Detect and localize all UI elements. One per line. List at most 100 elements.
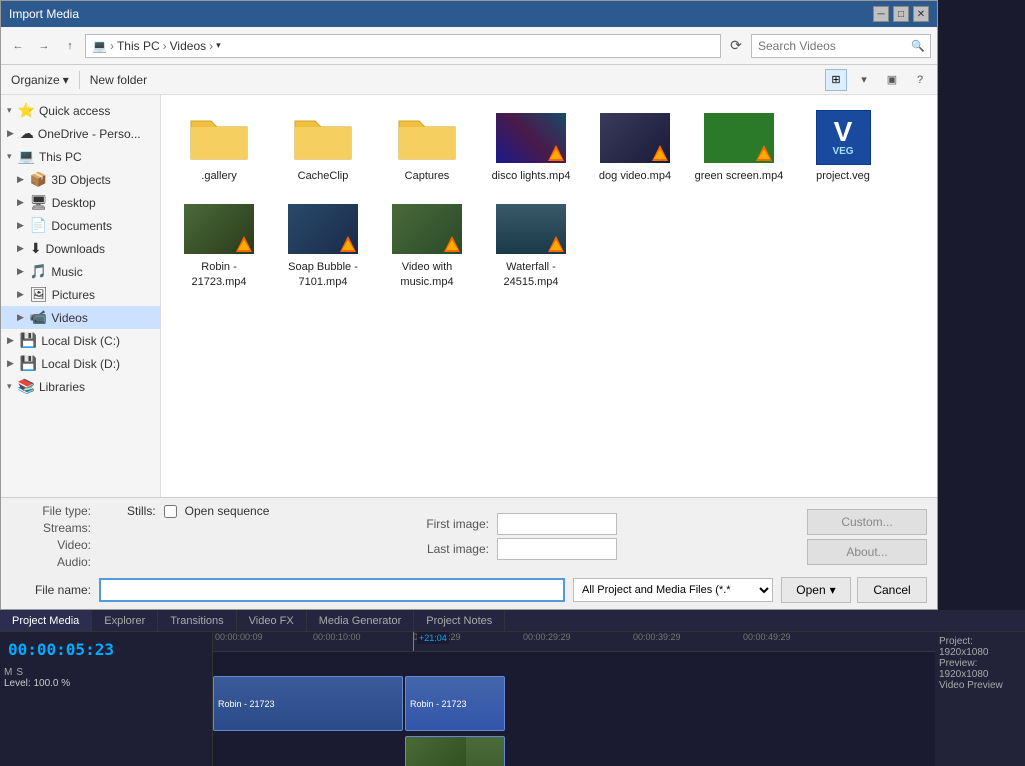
project-label: Project: [939, 636, 973, 647]
sidebar-item-music[interactable]: ▶ 🎵 Music [1, 260, 160, 283]
up-button[interactable]: ↑ [59, 35, 81, 57]
preview-pane-button[interactable]: ▣ [881, 69, 903, 91]
minimize-button[interactable]: ─ [873, 6, 889, 22]
clip-1[interactable]: Robin - 21723 [213, 676, 403, 731]
sidebar-item-local-c[interactable]: ▶ 💾 Local Disk (C:) [1, 329, 160, 352]
filetype-select[interactable]: All Project and Media Files (*.* [573, 578, 773, 602]
video-thumb-dog [600, 110, 670, 165]
clip-2-label: Robin - 21723 [406, 699, 471, 709]
new-folder-button[interactable]: New folder [86, 71, 151, 89]
file-label: dog video.mp4 [599, 169, 671, 183]
project-value: 1920x1080 [939, 647, 989, 658]
video-preview-info: Video Preview [939, 680, 1021, 691]
tab-video-fx[interactable]: Video FX [237, 610, 307, 631]
file-label: project.veg [816, 169, 870, 183]
help-button[interactable]: ? [909, 69, 931, 91]
view-chevron-button[interactable]: ▾ [853, 69, 875, 91]
list-item[interactable]: Waterfall - 24515.mp4 [481, 194, 581, 296]
sidebar-item-quick-access[interactable]: ▾ ⭐ Quick access [1, 99, 160, 122]
close-button[interactable]: ✕ [913, 6, 929, 22]
sidebar-item-3d-objects[interactable]: ▶ 📦 3D Objects [1, 168, 160, 191]
file-label: CacheClip [298, 169, 349, 183]
cancel-button[interactable]: Cancel [857, 577, 927, 603]
video-thumb-disco [496, 110, 566, 165]
sidebar-label-quick-access: Quick access [39, 104, 110, 118]
list-item[interactable]: Robin - 21723.mp4 [169, 194, 269, 296]
time-display: 00:00:05:23 [4, 636, 208, 663]
veg-file-icon: V VEG [808, 110, 878, 165]
sidebar-item-pictures[interactable]: ▶ 🖼 Pictures [1, 283, 160, 306]
videos-arrow: ▶ [17, 312, 24, 323]
about-button[interactable]: About... [807, 539, 927, 565]
file-label: green screen.mp4 [695, 169, 784, 183]
desktop-arrow: ▶ [17, 197, 24, 208]
sidebar-item-desktop[interactable]: ▶ 🖥 Desktop [1, 191, 160, 214]
local-d-arrow: ▶ [7, 358, 14, 369]
sidebar-item-downloads[interactable]: ▶ ⬇ Downloads [1, 237, 160, 260]
search-wrapper: 🔍 [751, 34, 931, 58]
tab-project-notes[interactable]: Project Notes [414, 610, 505, 631]
sidebar-item-videos[interactable]: ▶ 📹 Videos [1, 306, 160, 329]
sidebar-item-onedrive[interactable]: ▶ ☁ OneDrive - Perso... [1, 122, 160, 145]
list-item[interactable]: dog video.mp4 [585, 103, 685, 190]
daw-area: Project Media Explorer Transitions Video… [0, 610, 1025, 766]
quick-access-arrow: ▾ [7, 105, 12, 116]
file-label: disco lights.mp4 [492, 169, 571, 183]
sidebar-item-libraries[interactable]: ▾ 📚 Libraries [1, 375, 160, 398]
list-item[interactable]: Captures [377, 103, 477, 190]
filename-input[interactable] [99, 578, 565, 602]
title-bar: Import Media ─ □ ✕ [1, 1, 937, 27]
sidebar-item-documents[interactable]: ▶ 📄 Documents [1, 214, 160, 237]
last-image-input[interactable] [497, 538, 617, 560]
forward-button[interactable]: → [33, 35, 55, 57]
folder-icon-gallery [184, 110, 254, 165]
file-label: Robin - 21723.mp4 [174, 260, 264, 289]
m-button[interactable]: M [4, 667, 12, 678]
s-button[interactable]: S [16, 667, 23, 678]
tab-project-media[interactable]: Project Media [0, 610, 92, 631]
list-item[interactable]: .gallery [169, 103, 269, 190]
sidebar-label-documents: Documents [51, 219, 112, 233]
right-buttons: Custom... About... [807, 509, 927, 565]
refresh-button[interactable]: ⟳ [725, 35, 747, 57]
list-item[interactable]: CacheClip [273, 103, 373, 190]
open-button[interactable]: Open ▾ [781, 577, 851, 603]
view-button[interactable]: ⊞ [825, 69, 847, 91]
timeline-area[interactable]: 00:00:00:09 00:00:10:00 00:00:19:29 00:0… [213, 632, 935, 766]
documents-arrow: ▶ [17, 220, 24, 231]
path-videos: Videos [170, 39, 206, 53]
first-image-input[interactable] [497, 513, 617, 535]
maximize-button[interactable]: □ [893, 6, 909, 22]
organize-chevron: ▾ [63, 73, 69, 87]
list-item[interactable]: V VEG project.veg [793, 103, 893, 190]
action-buttons: Open ▾ Cancel [781, 577, 927, 603]
custom-button[interactable]: Custom... [807, 509, 927, 535]
tab-media-generator[interactable]: Media Generator [307, 610, 415, 631]
file-type-label: File type: [11, 504, 91, 518]
list-item[interactable]: green screen.mp4 [689, 103, 789, 190]
list-item[interactable]: disco lights.mp4 [481, 103, 581, 190]
path-chevron: ▾ [216, 40, 221, 51]
toolbar-separator [79, 71, 80, 89]
tab-explorer[interactable]: Explorer [92, 610, 158, 631]
daw-tabs: Project Media Explorer Transitions Video… [0, 610, 1025, 632]
path-icon: 💻 [92, 39, 107, 53]
search-input[interactable] [751, 34, 931, 58]
sidebar-item-this-pc[interactable]: ▾ 💻 This PC [1, 145, 160, 168]
sidebar-label-onedrive: OneDrive - Perso... [38, 127, 141, 141]
import-media-dialog: Import Media ─ □ ✕ ← → ↑ 💻 › This PC › V… [0, 0, 938, 610]
downloads-arrow: ▶ [17, 243, 24, 254]
list-item[interactable]: Soap Bubble - 7101.mp4 [273, 194, 373, 296]
clip-2[interactable]: Robin - 21723 [405, 676, 505, 731]
open-sequence-checkbox[interactable] [164, 505, 177, 518]
tab-transitions[interactable]: Transitions [158, 610, 236, 631]
back-button[interactable]: ← [7, 35, 29, 57]
address-path[interactable]: 💻 › This PC › Videos › ▾ [85, 34, 721, 58]
sidebar-item-local-d[interactable]: ▶ 💾 Local Disk (D:) [1, 352, 160, 375]
organize-button[interactable]: Organize ▾ [7, 71, 73, 89]
ruler-mark-1: 00:00:10:00 [313, 632, 361, 642]
main-area: ▾ ⭐ Quick access ▶ ☁ OneDrive - Perso...… [1, 95, 937, 497]
file-label: Video with music.mp4 [382, 260, 472, 289]
list-item[interactable]: Video with music.mp4 [377, 194, 477, 296]
clip-3[interactable] [405, 736, 505, 766]
